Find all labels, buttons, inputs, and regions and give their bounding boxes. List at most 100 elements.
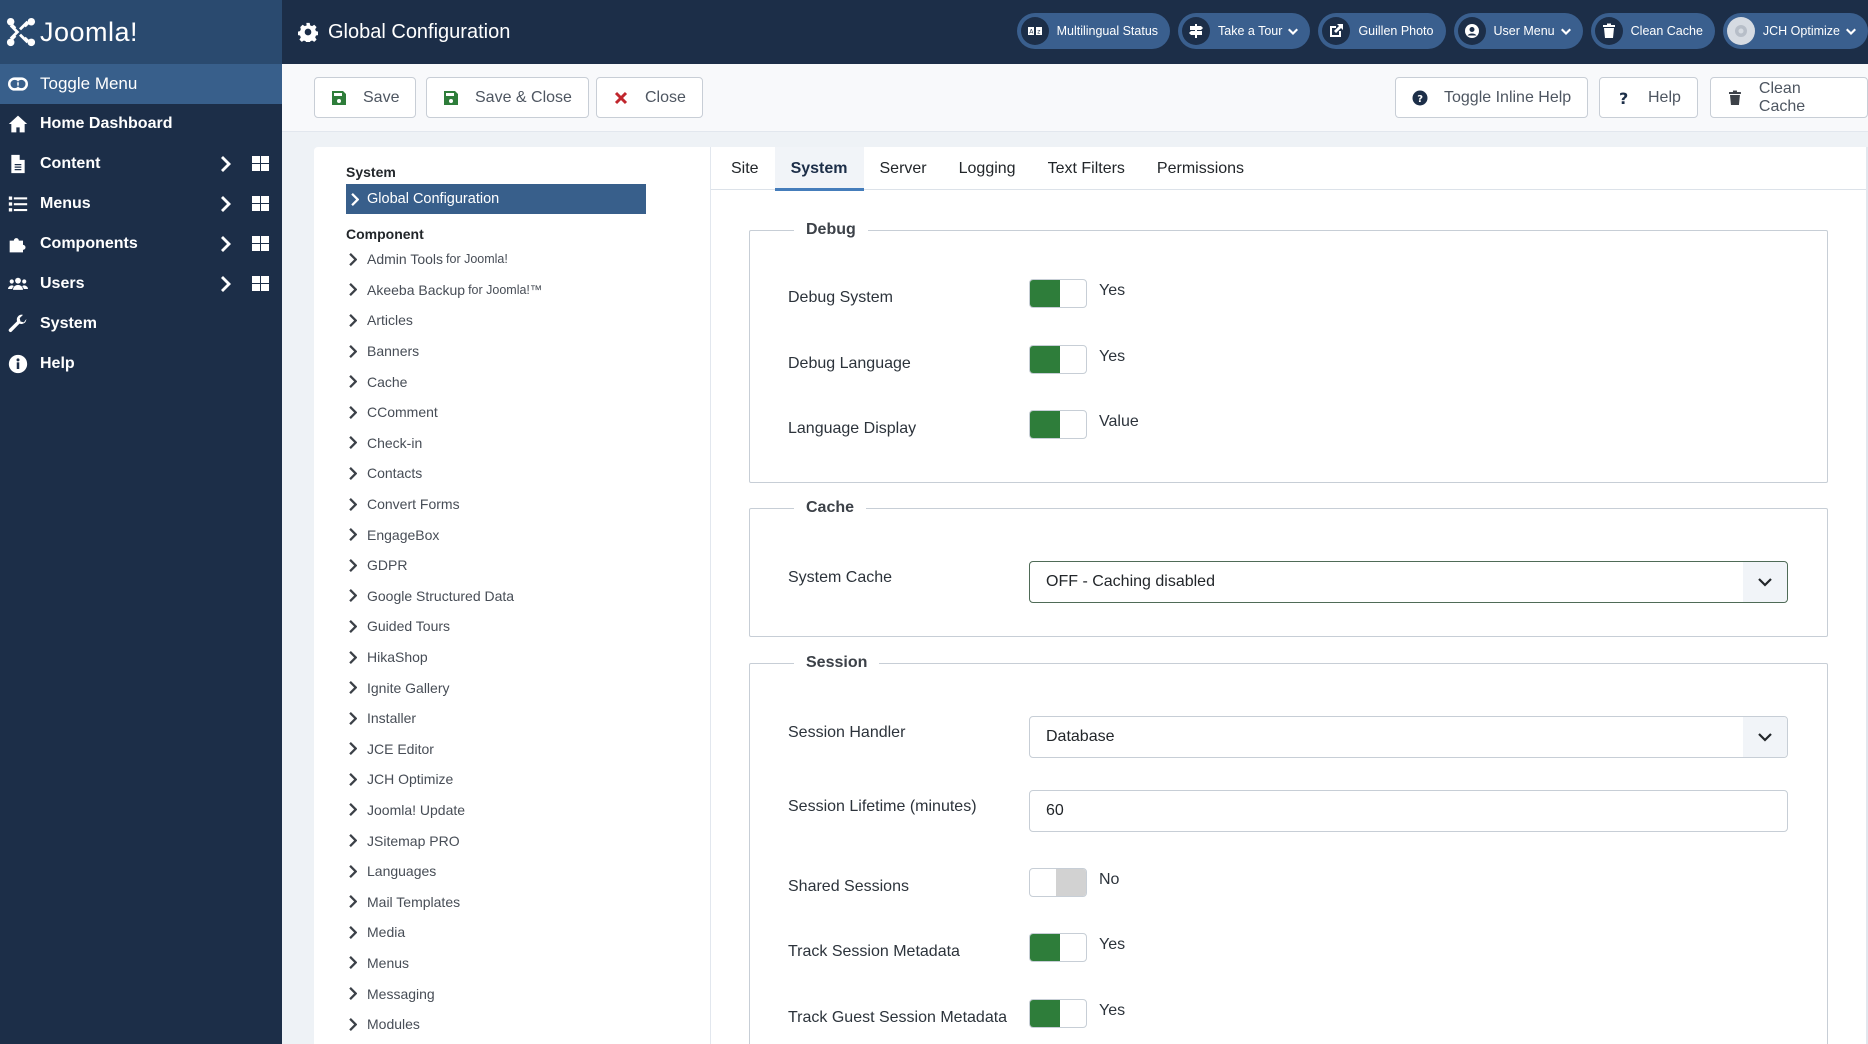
session-handler-row: Session Handler Database	[750, 716, 1827, 758]
config-nav: System Global Configuration Component Ad…	[314, 147, 711, 1044]
config-nav-component-item[interactable]: Admin Tools for Joomla!	[314, 244, 710, 275]
component-label: Banners	[367, 343, 420, 360]
config-nav-component-item[interactable]: Mail Templates	[314, 886, 710, 917]
config-nav-component-item[interactable]: Media	[314, 917, 710, 948]
cache-fieldset: Cache System Cache OFF - Caching disable…	[749, 499, 1828, 637]
sidebar: Joomla! Toggle Menu Home Dashboard Conte…	[0, 0, 282, 1044]
config-nav-component-item[interactable]: Modules	[314, 1009, 710, 1040]
debug-language-switch[interactable]	[1029, 345, 1087, 374]
sidebar-item-components[interactable]: Components	[0, 224, 282, 264]
site-link-button[interactable]: Guillen Photo	[1318, 13, 1446, 49]
save-close-button[interactable]: Save & Close	[426, 77, 589, 118]
user-menu-button[interactable]: User Menu	[1453, 13, 1583, 49]
field-label: Session Handler	[788, 724, 906, 741]
config-nav-component-item[interactable]: GDPR	[314, 550, 710, 581]
sidebar-item-system[interactable]: System	[0, 304, 282, 344]
tab-logging[interactable]: Logging	[943, 147, 1032, 190]
chevron-right-icon	[349, 803, 357, 817]
switch-on-indicator	[1030, 280, 1060, 307]
config-nav-global-configuration[interactable]: Global Configuration	[346, 184, 646, 214]
multilingual-status-button[interactable]: Az Multilingual Status	[1016, 13, 1171, 49]
question-icon: ?	[1619, 90, 1628, 106]
tab-server[interactable]: Server	[864, 147, 943, 190]
config-nav-component-item[interactable]: Languages	[314, 856, 710, 887]
chevron-right-icon[interactable]	[218, 196, 234, 212]
pill-label: Multilingual Status	[1056, 24, 1159, 38]
clean-cache-pill-button[interactable]: Clean Cache	[1590, 13, 1715, 49]
tab-permissions[interactable]: Permissions	[1141, 147, 1260, 190]
session-lifetime-input[interactable]: 60	[1029, 790, 1788, 832]
cache-legend: Cache	[806, 499, 855, 516]
save-icon	[444, 90, 458, 105]
sidebar-item-menus[interactable]: Menus	[0, 184, 282, 224]
system-cache-select[interactable]: OFF - Caching disabled	[1029, 561, 1788, 603]
config-nav-component-item[interactable]: Banners	[314, 336, 710, 367]
save-button[interactable]: Save	[314, 77, 417, 118]
toolbar: Save Save & Close Close ? Toggle Inline …	[282, 64, 1868, 132]
config-nav-component-item[interactable]: Akeeba Backup for Joomla!™	[314, 275, 710, 306]
shared-sessions-switch[interactable]	[1029, 868, 1087, 897]
sidebar-item-label: Components	[40, 235, 138, 252]
config-nav-component-item[interactable]: Menus	[314, 948, 710, 979]
config-nav-component-item[interactable]: Cache	[314, 366, 710, 397]
chevron-right-icon	[349, 375, 357, 389]
config-nav-component-item[interactable]: JCE Editor	[314, 734, 710, 765]
component-heading: Component	[346, 226, 424, 242]
home-icon	[7, 113, 29, 135]
config-nav-component-item[interactable]: Installer	[314, 703, 710, 734]
jch-optimize-button[interactable]: JCH Optimize	[1722, 13, 1868, 49]
tab-system[interactable]: System	[774, 147, 864, 191]
config-main: Site System Server Logging Text Filters …	[711, 147, 1866, 1044]
toggle-menu-button[interactable]: Toggle Menu	[0, 64, 282, 104]
config-nav-component-item[interactable]: Contacts	[314, 458, 710, 489]
chevron-right-icon	[349, 252, 357, 266]
chevron-right-icon	[349, 528, 357, 542]
config-nav-component-item[interactable]: HikaShop	[314, 642, 710, 673]
sidebar-item-home-dashboard[interactable]: Home Dashboard	[0, 104, 282, 144]
chevron-down-icon	[1743, 562, 1787, 602]
config-nav-component-item[interactable]: EngageBox	[314, 519, 710, 550]
sidebar-item-users[interactable]: Users	[0, 264, 282, 304]
tab-text-filters[interactable]: Text Filters	[1032, 147, 1141, 190]
config-nav-component-item[interactable]: CComment	[314, 397, 710, 428]
config-nav-component-item[interactable]: Messaging	[314, 978, 710, 1009]
clean-cache-button[interactable]: Clean Cache	[1710, 77, 1868, 118]
tab-site[interactable]: Site	[715, 147, 775, 190]
language-display-switch[interactable]	[1029, 410, 1087, 439]
config-nav-component-item[interactable]: Articles	[314, 305, 710, 336]
dashboard-grid-icon[interactable]	[252, 236, 269, 251]
track-session-metadata-switch[interactable]	[1029, 933, 1087, 962]
config-nav-component-item[interactable]: Joomla! Update	[314, 795, 710, 826]
config-nav-component-item[interactable]: Google Structured Data	[314, 581, 710, 612]
external-link-icon	[1322, 17, 1351, 45]
config-nav-component-item[interactable]: Convert Forms	[314, 489, 710, 520]
config-nav-component-item[interactable]: Ignite Gallery	[314, 672, 710, 703]
dashboard-grid-icon[interactable]	[252, 156, 269, 171]
dashboard-grid-icon[interactable]	[252, 196, 269, 211]
input-value: 60	[1046, 802, 1064, 819]
debug-system-switch[interactable]	[1029, 279, 1087, 308]
track-guest-session-metadata-switch[interactable]	[1029, 999, 1087, 1028]
config-nav-component-item[interactable]: JCH Optimize	[314, 764, 710, 795]
config-nav-component-item[interactable]: Guided Tours	[314, 611, 710, 642]
field-label: Debug Language	[788, 355, 911, 372]
session-legend: Session	[806, 654, 868, 671]
session-fieldset: Session Session Handler Database Session…	[749, 654, 1828, 1044]
chevron-right-icon[interactable]	[218, 236, 234, 252]
close-button[interactable]: Close	[596, 77, 703, 118]
sidebar-item-content[interactable]: Content	[0, 144, 282, 184]
field-label: Language Display	[788, 420, 917, 437]
help-button[interactable]: ? Help	[1599, 77, 1698, 118]
take-a-tour-button[interactable]: Take a Tour	[1178, 13, 1311, 49]
dashboard-grid-icon[interactable]	[252, 276, 269, 291]
session-handler-select[interactable]: Database	[1029, 716, 1788, 758]
joomla-logo[interactable]: Joomla!	[6, 17, 138, 48]
sidebar-item-help[interactable]: Help	[0, 344, 282, 384]
chevron-right-icon[interactable]	[218, 156, 234, 172]
chevron-right-icon[interactable]	[218, 276, 234, 292]
component-label: Convert Forms	[367, 496, 460, 513]
toggle-inline-help-button[interactable]: ? Toggle Inline Help	[1395, 77, 1589, 118]
config-nav-component-item[interactable]: Check-in	[314, 428, 710, 459]
header: Global Configuration Az Multilingual Sta…	[282, 0, 1868, 64]
config-nav-component-item[interactable]: JSitemap PRO	[314, 825, 710, 856]
